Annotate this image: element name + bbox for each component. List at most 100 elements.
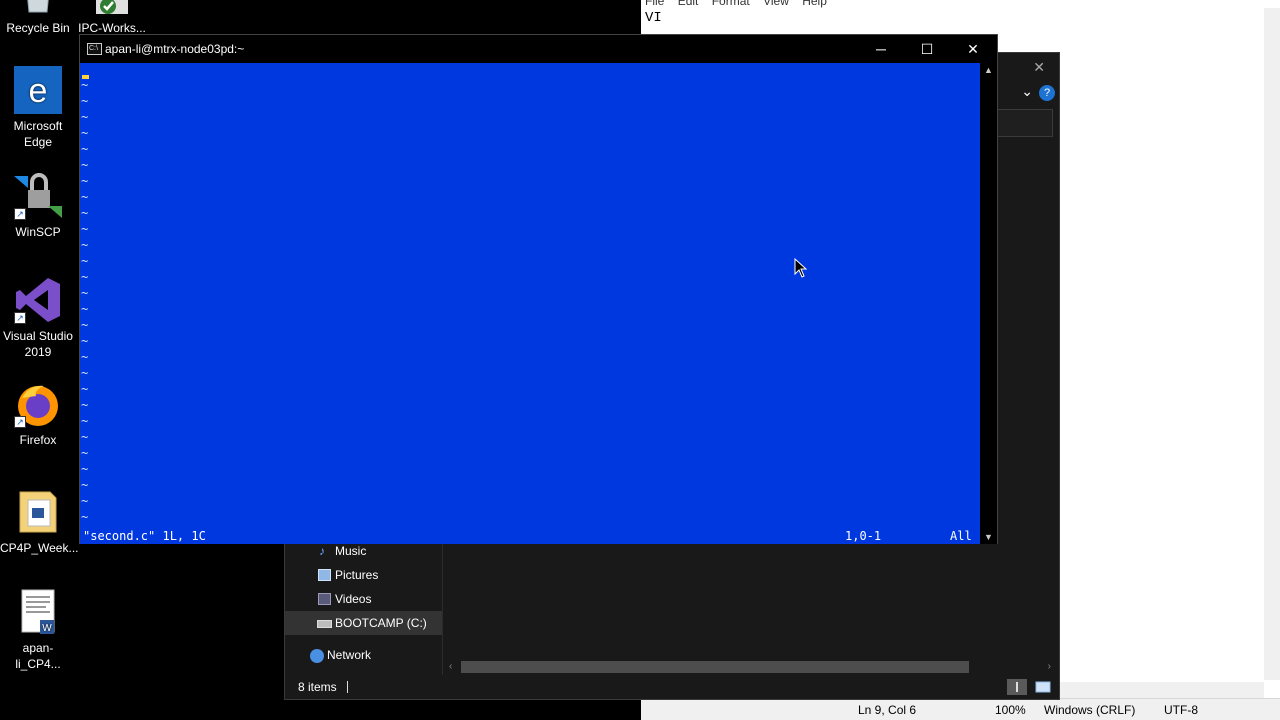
mouse-pointer-icon <box>794 258 808 278</box>
close-button[interactable]: ✕ <box>950 35 996 63</box>
nav-item-label: Pictures <box>335 568 379 582</box>
desktop-icon-ipc-works[interactable]: IPC-Works... <box>74 0 150 36</box>
videos-icon <box>318 593 331 605</box>
vim-empty-line-marker: ~ <box>81 270 89 284</box>
firefox-icon: ↗ <box>14 380 62 428</box>
svg-text:e: e <box>29 72 48 110</box>
vim-empty-line-marker: ~ <box>81 414 89 428</box>
details-view-button[interactable] <box>1007 679 1027 695</box>
winscp-icon: ↗ <box>14 172 62 220</box>
edge-icon: e <box>14 66 62 114</box>
scrollbar-thumb[interactable] <box>461 661 969 673</box>
menu-file[interactable]: File <box>645 0 664 8</box>
terminal-window[interactable]: C:\ apan-li@mtrx-node03pd:~ ─ ☐ ✕ "secon… <box>79 34 998 544</box>
desktop-icon-label: Firefox <box>19 433 57 447</box>
nav-item-label: BOOTCAMP (C:) <box>335 616 427 630</box>
status-separator <box>347 681 348 693</box>
notepad-zoom-level: 100% <box>995 703 1026 717</box>
notepad-encoding: UTF-8 <box>1164 703 1198 717</box>
vim-empty-line-marker: ~ <box>81 206 89 220</box>
vim-empty-line-marker: ~ <box>81 334 89 348</box>
notepad-text-area[interactable]: VI <box>645 10 662 26</box>
vim-cursor-position: 1,0-1 <box>845 529 882 543</box>
vim-empty-line-marker: ~ <box>81 350 89 364</box>
desktop-icon-firefox[interactable]: ↗ Firefox <box>0 380 76 448</box>
desktop-icon-recycle-bin[interactable]: Recycle Bin <box>0 0 76 36</box>
notepad-menu-bar: File Edit Format View Help <box>645 0 837 8</box>
terminal-scrollbar[interactable]: ▲ ▼ <box>980 63 997 544</box>
scroll-right-icon[interactable]: › <box>1048 659 1051 675</box>
shortcut-arrow-icon: ↗ <box>14 208 26 220</box>
scroll-left-icon[interactable]: ‹ <box>449 659 452 675</box>
vim-file-info: "second.c" 1L, 1C <box>83 529 206 543</box>
search-box[interactable] <box>993 109 1053 137</box>
vim-status-line: "second.c" 1L, 1C 1,0-1 All <box>80 528 981 544</box>
desktop-icon-label: WinSCP <box>15 225 61 239</box>
shortcut-arrow-icon: ↗ <box>14 416 26 428</box>
shortcut-arrow-icon: ↗ <box>14 312 26 324</box>
word-document-icon: W <box>14 588 62 636</box>
ipc-works-icon <box>88 0 136 16</box>
nav-item-label: Network <box>327 648 372 662</box>
vim-empty-line-marker: ~ <box>81 462 89 476</box>
pane-divider[interactable] <box>442 539 443 677</box>
notepad-vertical-scrollbar[interactable] <box>1264 8 1280 680</box>
menu-help[interactable]: Help <box>802 0 827 8</box>
minimize-button[interactable]: ─ <box>858 35 904 63</box>
recycle-bin-icon <box>14 0 62 16</box>
network-icon <box>310 649 324 663</box>
desktop-icon-label: Microsoft Edge <box>13 119 63 149</box>
vim-empty-line-marker: ~ <box>81 174 89 188</box>
vim-empty-line-marker: ~ <box>81 238 89 252</box>
vim-empty-line-marker: ~ <box>81 286 89 300</box>
desktop-icon-microsoft-edge[interactable]: e Microsoft Edge <box>0 66 76 150</box>
vim-empty-line-marker: ~ <box>81 254 89 268</box>
notepad-line-ending: Windows (CRLF) <box>1044 703 1136 717</box>
help-icon[interactable]: ? <box>1039 85 1055 101</box>
menu-format[interactable]: Format <box>712 0 750 8</box>
vim-empty-line-marker: ~ <box>81 494 89 508</box>
menu-view[interactable]: View <box>763 0 789 8</box>
nav-item-bootcamp-drive[interactable]: BOOTCAMP (C:) <box>285 611 442 635</box>
desktop-icon-winscp[interactable]: ↗ WinSCP <box>0 172 76 240</box>
explorer-horizontal-scrollbar[interactable]: ‹ › <box>445 659 1055 675</box>
maximize-button[interactable]: ☐ <box>904 35 950 63</box>
item-count: 8 items <box>298 680 337 694</box>
vim-scroll-indicator: All <box>950 529 972 543</box>
nav-item-network[interactable]: Network <box>285 643 442 667</box>
desktop-icon-label: Recycle Bin <box>6 21 70 35</box>
vim-empty-line-marker: ~ <box>81 446 89 460</box>
nav-item-pictures[interactable]: Pictures <box>285 563 442 587</box>
vim-empty-line-marker: ~ <box>81 110 89 124</box>
large-icons-view-button[interactable] <box>1033 679 1053 695</box>
scroll-down-icon[interactable]: ▼ <box>980 532 997 542</box>
command-prompt-icon: C:\ <box>87 43 102 55</box>
vim-editor-area[interactable]: "second.c" 1L, 1C 1,0-1 All ~ ~ ~ ~ ~ ~ ~ ~ ~ ~ ~ ~… <box>80 63 981 544</box>
desktop-icon-label: CP4P_Week... <box>0 541 79 555</box>
vim-empty-line-marker: ~ <box>81 302 89 316</box>
desktop-icon-cp4p-week[interactable]: CP4P_Week... <box>0 488 79 556</box>
nav-item-label: Videos <box>335 592 372 606</box>
desktop-icon-label: apan-li_CP4... <box>15 641 61 671</box>
vim-empty-line-marker: ~ <box>81 158 89 172</box>
desktop-icon-visual-studio[interactable]: ↗ Visual Studio 2019 <box>0 276 76 360</box>
vim-empty-line-marker: ~ <box>81 94 89 108</box>
vim-empty-line-marker: ~ <box>81 398 89 412</box>
terminal-title-bar[interactable]: C:\ apan-li@mtrx-node03pd:~ ─ ☐ ✕ <box>80 35 997 63</box>
nav-item-videos[interactable]: Videos <box>285 587 442 611</box>
close-icon[interactable]: ✕ <box>1033 59 1045 76</box>
desktop-icon-apan-li-doc[interactable]: W apan-li_CP4... <box>0 588 76 672</box>
menu-edit[interactable]: Edit <box>678 0 699 8</box>
explorer-status-bar: 8 items <box>285 675 1059 699</box>
scroll-up-icon[interactable]: ▲ <box>980 65 997 75</box>
chevron-down-icon[interactable]: ⌄ <box>1021 83 1033 100</box>
pictures-icon <box>318 569 331 581</box>
window-title: apan-li@mtrx-node03pd:~ <box>105 42 245 56</box>
notepad-cursor-position: Ln 9, Col 6 <box>858 703 917 717</box>
desktop-icon-label: Visual Studio 2019 <box>3 329 73 359</box>
drive-icon <box>317 620 332 628</box>
vim-empty-line-marker: ~ <box>81 126 89 140</box>
vim-empty-line-marker: ~ <box>81 78 89 92</box>
vim-empty-line-marker: ~ <box>81 142 89 156</box>
navigation-pane: ♪ Music Pictures Videos BOOTCAMP (C:) Ne… <box>285 539 442 677</box>
